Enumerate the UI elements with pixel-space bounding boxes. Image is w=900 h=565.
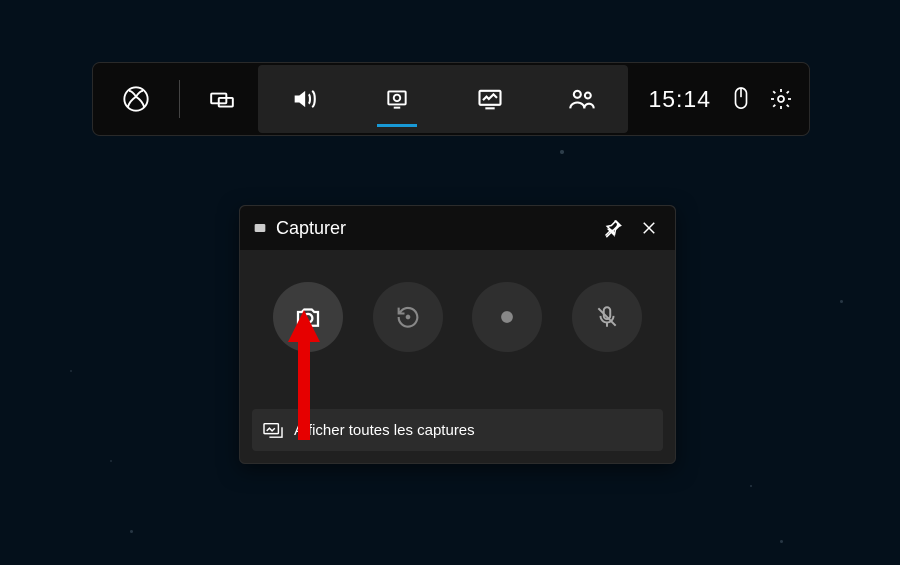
record-button[interactable] — [472, 282, 542, 352]
gamebar-center — [258, 65, 628, 133]
mic-toggle-button[interactable] — [572, 282, 642, 352]
gamebar-right: 15:14 — [630, 63, 809, 135]
separator — [179, 80, 180, 118]
star-dot — [780, 540, 783, 543]
capture-window-icon — [252, 220, 268, 236]
social-button[interactable] — [536, 65, 629, 133]
pin-button[interactable] — [595, 210, 631, 246]
clock-display: 15:14 — [638, 86, 721, 113]
capture-window-title: Capturer — [276, 218, 595, 239]
performance-button[interactable] — [443, 65, 536, 133]
star-dot — [130, 530, 133, 533]
camera-icon — [293, 302, 323, 332]
capture-window-body — [240, 250, 675, 410]
close-icon — [640, 219, 658, 237]
mouse-icon — [730, 85, 752, 113]
show-all-captures-label: Afficher toutes les captures — [294, 422, 475, 439]
capture-icon — [384, 86, 410, 112]
show-all-captures-button[interactable]: Afficher toutes les captures — [252, 409, 663, 451]
capture-window-titlebar[interactable]: Capturer — [240, 206, 675, 250]
settings-button[interactable] — [761, 79, 801, 119]
gallery-icon — [262, 421, 284, 439]
widgets-button[interactable] — [188, 63, 256, 135]
gear-icon — [769, 87, 793, 111]
capture-tab-button[interactable] — [351, 65, 444, 133]
gamebar-toolbar: 15:14 — [92, 62, 810, 136]
close-button[interactable] — [631, 210, 667, 246]
star-dot — [840, 300, 843, 303]
mic-off-icon — [594, 304, 620, 330]
record-last-icon — [394, 303, 422, 331]
social-icon — [568, 85, 596, 113]
mouse-indicator[interactable] — [721, 79, 761, 119]
star-dot — [560, 150, 564, 154]
record-last-button[interactable] — [373, 282, 443, 352]
audio-button[interactable] — [258, 65, 351, 133]
pin-icon — [603, 218, 623, 238]
widgets-icon — [209, 86, 235, 112]
star-dot — [110, 460, 112, 462]
xbox-icon — [122, 85, 150, 113]
audio-icon — [290, 85, 318, 113]
performance-icon — [476, 85, 504, 113]
record-icon — [497, 307, 517, 327]
screenshot-button[interactable] — [273, 282, 343, 352]
star-dot — [70, 370, 72, 372]
star-dot — [750, 485, 752, 487]
gamebar-left — [93, 63, 188, 135]
xbox-button[interactable] — [93, 85, 179, 113]
capture-window: Capturer — [239, 205, 676, 464]
